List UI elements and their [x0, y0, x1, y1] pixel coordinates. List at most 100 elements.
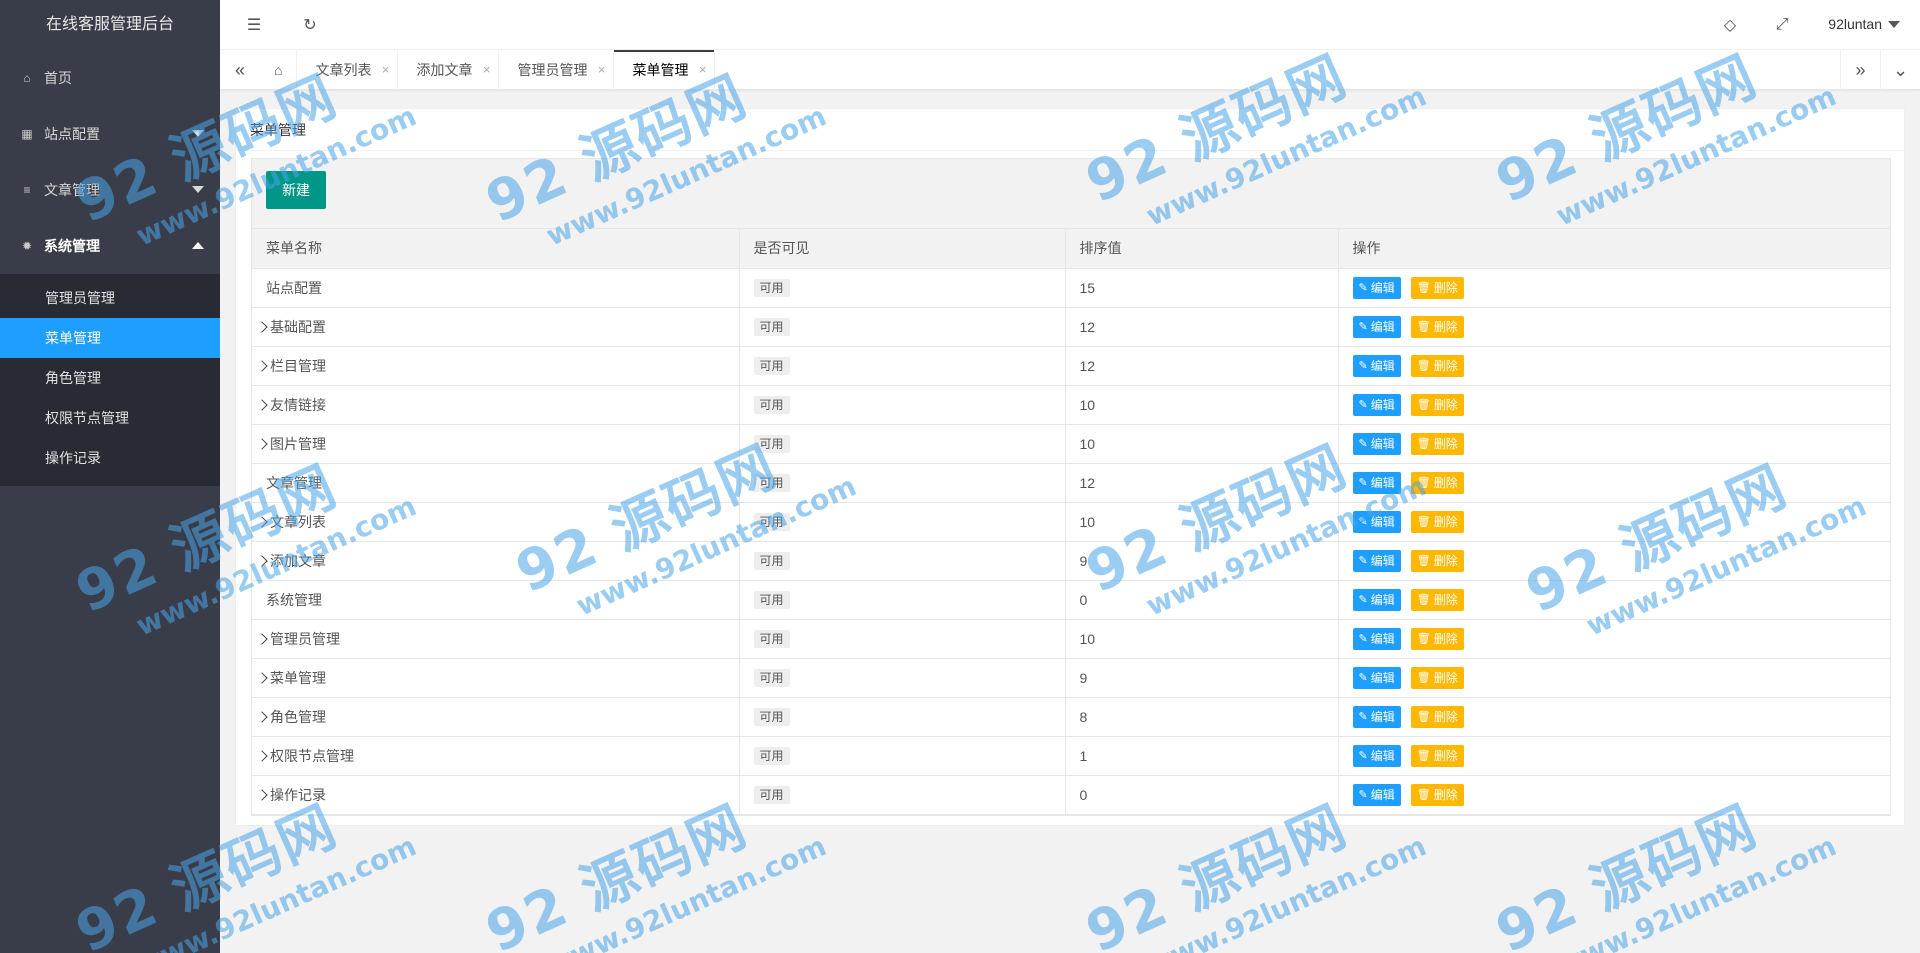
edit-button[interactable]: ✎ 编辑	[1352, 315, 1401, 338]
trash-icon: 🗑	[1416, 594, 1431, 606]
edit-button[interactable]: ✎ 编辑	[1352, 783, 1401, 806]
edit-label: 编辑	[1370, 320, 1395, 334]
sidebar-item-roles[interactable]: 角色管理	[0, 358, 220, 398]
actions-cell: ✎ 编辑 🗑 删除	[1338, 541, 1890, 581]
edit-button[interactable]: ✎ 编辑	[1352, 666, 1401, 689]
menu-name: 操作记录	[270, 786, 326, 803]
delete-button[interactable]: 🗑 删除	[1410, 276, 1464, 299]
menu-name-cell: 图片管理	[252, 424, 740, 464]
calendar-icon: ▦	[21, 127, 33, 141]
close-icon[interactable]: ×	[598, 50, 606, 90]
menu-name: 基础配置	[270, 318, 326, 335]
delete-label: 删除	[1433, 710, 1458, 724]
chevron-right-icon[interactable]	[256, 515, 268, 528]
table-row: 图片管理 可用 10 ✎ 编辑 🗑 删除	[252, 424, 1890, 464]
delete-button[interactable]: 🗑 删除	[1410, 393, 1464, 416]
delete-button[interactable]: 🗑 删除	[1410, 588, 1464, 611]
delete-button[interactable]: 🗑 删除	[1410, 666, 1464, 689]
chevron-right-icon[interactable]	[256, 710, 268, 723]
menu-name-cell: 友情链接	[252, 385, 740, 425]
chevron-right-icon[interactable]	[256, 398, 268, 411]
edit-label: 编辑	[1370, 281, 1395, 295]
visible-cell: 可用	[739, 463, 1066, 503]
delete-label: 删除	[1433, 437, 1458, 451]
tab-menus[interactable]: 菜单管理 ×	[614, 50, 716, 90]
sidebar-item-system[interactable]: ✹ 系统管理	[0, 218, 220, 274]
trash-icon: 🗑	[1416, 633, 1431, 645]
actions-cell: ✎ 编辑 🗑 删除	[1338, 463, 1890, 503]
menu-name: 权限节点管理	[270, 747, 354, 764]
sidebar-item-admins[interactable]: 管理员管理	[0, 278, 220, 318]
tab-add-article[interactable]: 添加文章 ×	[398, 50, 500, 90]
refresh-icon[interactable]: ↻	[300, 15, 320, 35]
menu-name: 图片管理	[270, 435, 326, 452]
collapse-menu-icon[interactable]: ☰	[244, 15, 264, 35]
tab-admins[interactable]: 管理员管理 ×	[499, 50, 615, 90]
visible-cell: 可用	[739, 775, 1066, 815]
visible-cell: 可用	[739, 307, 1066, 347]
chevron-right-icon[interactable]	[256, 788, 268, 801]
menu-name: 角色管理	[270, 708, 326, 725]
trash-icon: 🗑	[1416, 477, 1431, 489]
tag-icon[interactable]: ◇	[1720, 15, 1740, 35]
edit-button[interactable]: ✎ 编辑	[1352, 432, 1401, 455]
user-menu[interactable]: 92luntan	[1828, 16, 1900, 32]
edit-button[interactable]: ✎ 编辑	[1352, 510, 1401, 533]
sidebar-item-label: 文章管理	[44, 182, 100, 198]
tab-home[interactable]: ⌂	[260, 50, 298, 90]
status-badge: 可用	[753, 590, 790, 609]
sidebar-item-site-config[interactable]: ▦ 站点配置	[0, 106, 220, 162]
chevron-right-icon[interactable]	[256, 359, 268, 372]
chevron-right-icon[interactable]	[256, 671, 268, 684]
delete-button[interactable]: 🗑 删除	[1410, 783, 1464, 806]
delete-button[interactable]: 🗑 删除	[1410, 705, 1464, 728]
trash-icon: 🗑	[1416, 282, 1431, 294]
edit-label: 编辑	[1370, 437, 1395, 451]
close-icon[interactable]: ×	[483, 50, 491, 90]
sidebar-item-logs[interactable]: 操作记录	[0, 438, 220, 478]
delete-button[interactable]: 🗑 删除	[1410, 627, 1464, 650]
chevron-right-icon[interactable]	[256, 437, 268, 450]
status-badge: 可用	[753, 356, 790, 375]
edit-button[interactable]: ✎ 编辑	[1352, 549, 1401, 572]
tabs-scroll-left-icon[interactable]: «	[220, 50, 260, 90]
delete-button[interactable]: 🗑 删除	[1410, 315, 1464, 338]
chevron-right-icon[interactable]	[256, 632, 268, 645]
sidebar-item-menus[interactable]: 菜单管理	[0, 318, 220, 358]
tabs-menu-chevron-icon[interactable]: ⌄	[1880, 50, 1920, 90]
edit-button[interactable]: ✎ 编辑	[1352, 354, 1401, 377]
edit-button[interactable]: ✎ 编辑	[1352, 744, 1401, 767]
trash-icon: 🗑	[1416, 711, 1431, 723]
sidebar-item-home[interactable]: ⌂ 首页	[0, 50, 220, 106]
menu-name: 文章列表	[270, 513, 326, 530]
edit-button[interactable]: ✎ 编辑	[1352, 393, 1401, 416]
pencil-icon: ✎	[1358, 321, 1368, 333]
edit-button[interactable]: ✎ 编辑	[1352, 471, 1401, 494]
sidebar-item-articles[interactable]: ≡ 文章管理	[0, 162, 220, 218]
actions-cell: ✎ 编辑 🗑 删除	[1338, 424, 1890, 464]
close-icon[interactable]: ×	[382, 50, 390, 90]
sidebar-item-permissions[interactable]: 权限节点管理	[0, 398, 220, 438]
edit-button[interactable]: ✎ 编辑	[1352, 276, 1401, 299]
delete-button[interactable]: 🗑 删除	[1410, 549, 1464, 572]
pencil-icon: ✎	[1358, 438, 1368, 450]
delete-button[interactable]: 🗑 删除	[1410, 432, 1464, 455]
fullscreen-icon[interactable]: ⤢	[1772, 15, 1792, 35]
delete-button[interactable]: 🗑 删除	[1410, 510, 1464, 533]
edit-button[interactable]: ✎ 编辑	[1352, 627, 1401, 650]
visible-cell: 可用	[739, 385, 1066, 425]
chevron-right-icon[interactable]	[256, 554, 268, 567]
chevron-right-icon[interactable]	[256, 320, 268, 333]
chevron-right-icon[interactable]	[256, 749, 268, 762]
tabs-scroll-right-icon[interactable]: »	[1840, 50, 1880, 90]
delete-button[interactable]: 🗑 删除	[1410, 744, 1464, 767]
close-icon[interactable]: ×	[699, 50, 707, 90]
table-row: 系统管理 可用 0 ✎ 编辑 🗑 删除	[252, 580, 1890, 620]
tab-article-list[interactable]: 文章列表 ×	[297, 50, 399, 90]
delete-button[interactable]: 🗑 删除	[1410, 354, 1464, 377]
delete-button[interactable]: 🗑 删除	[1410, 471, 1464, 494]
pencil-icon: ✎	[1358, 282, 1368, 294]
edit-button[interactable]: ✎ 编辑	[1352, 588, 1401, 611]
edit-button[interactable]: ✎ 编辑	[1352, 705, 1401, 728]
new-button[interactable]: 新建	[266, 171, 326, 209]
